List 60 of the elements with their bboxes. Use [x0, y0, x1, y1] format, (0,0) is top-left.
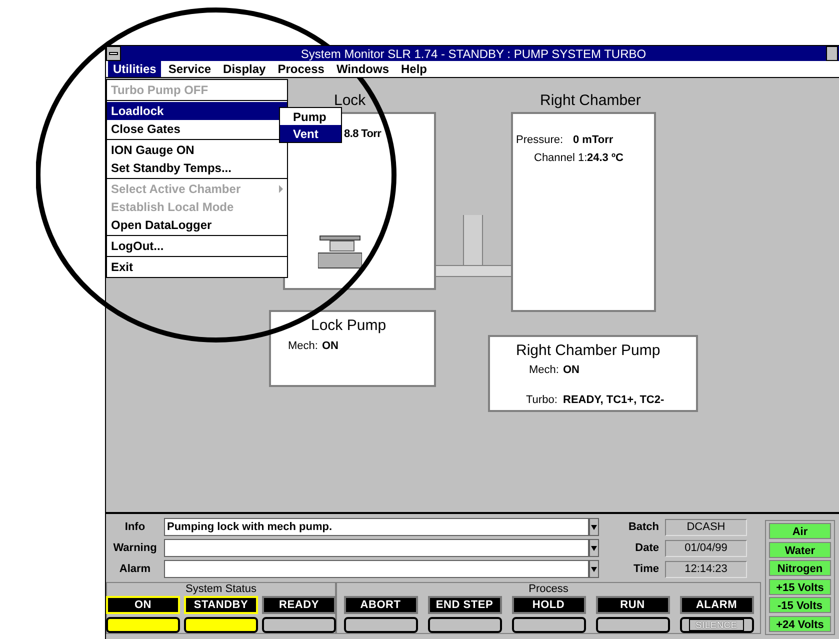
- info-value: 01/04/99: [665, 540, 747, 556]
- menu-item[interactable]: Open DataLogger: [107, 216, 287, 234]
- menu-item[interactable]: Set Standby Temps...: [107, 159, 287, 177]
- mech-label: Mech:: [288, 339, 318, 354]
- mech-label: Mech:: [529, 363, 559, 378]
- status-button[interactable]: STANDBY: [184, 596, 258, 614]
- lamp-label: SILENCE: [688, 619, 744, 631]
- info-label: Date: [634, 540, 659, 556]
- status-button[interactable]: RUN: [596, 596, 670, 614]
- info-label: Batch: [627, 520, 659, 535]
- group-title: System Status: [186, 583, 256, 596]
- system-menu-icon[interactable]: [106, 46, 121, 61]
- info-label: Time: [632, 562, 659, 577]
- message-field[interactable]: [164, 539, 589, 557]
- pump-title: Lock Pump: [311, 316, 386, 336]
- indicator-light: -15 Volts: [769, 597, 831, 614]
- status-button[interactable]: HOLD: [512, 596, 586, 614]
- message-label: Info: [124, 520, 146, 535]
- indicator-light: +24 Volts: [769, 616, 831, 632]
- window-title: System Monitor SLR 1.74 - STANDBY : PUMP SYSTEM TURBO: [300, 48, 648, 60]
- menu-item[interactable]: LogOut...: [107, 237, 287, 255]
- wafer-stage-drawing: [318, 235, 362, 270]
- indicator-light: Nitrogen: [769, 560, 831, 576]
- status-button[interactable]: ALARM: [680, 596, 754, 614]
- message-field[interactable]: [164, 560, 589, 578]
- chamber-title: Lock: [334, 91, 366, 111]
- menu-bar-item[interactable]: Process: [272, 61, 330, 77]
- menu-bar-item[interactable]: Service: [163, 61, 216, 77]
- menu-bar-item[interactable]: Help: [396, 61, 432, 77]
- indicator-light: +15 Volts: [769, 578, 831, 595]
- channel-value: 24.3 ºC: [587, 151, 624, 166]
- status-button[interactable]: READY: [262, 596, 336, 614]
- menu-bar-item[interactable]: Display: [218, 61, 271, 77]
- menu-item[interactable]: Loadlock: [107, 102, 287, 120]
- mech-value: ON: [563, 363, 580, 378]
- pump-title: Right Chamber Pump: [516, 341, 660, 361]
- status-button[interactable]: END STEP: [428, 596, 502, 614]
- pressure-value: 0 mTorr: [573, 133, 614, 148]
- pressure-label: Pressure:: [516, 133, 564, 148]
- info-value: 12:14:23: [665, 560, 747, 578]
- menu-bar-item[interactable]: Utilities: [108, 61, 162, 77]
- info-value: DCASH: [665, 518, 747, 536]
- channel-label: Channel 1:: [534, 151, 588, 166]
- mech-value: ON: [322, 339, 338, 354]
- menu-item[interactable]: Vent: [280, 125, 341, 142]
- message-field[interactable]: Pumping lock with mech pump.: [164, 518, 589, 536]
- message-label: Warning: [112, 540, 158, 556]
- turbo-value: READY, TC1+, TC2-: [563, 393, 664, 408]
- indicator-light: Air: [769, 523, 831, 540]
- status-button[interactable]: ON: [106, 596, 180, 614]
- message-label: Alarm: [118, 562, 152, 577]
- group-title: Process: [528, 583, 568, 596]
- menu-item[interactable]: Exit: [107, 258, 287, 276]
- chamber-title: Right Chamber: [540, 91, 641, 111]
- indicator-light: Water: [769, 542, 831, 558]
- menu-item[interactable]: ION Gauge ON: [107, 141, 287, 159]
- status-button[interactable]: ABORT: [344, 596, 418, 614]
- turbo-label: Turbo:: [526, 393, 558, 408]
- pressure-reading: 8.8 Torr: [344, 127, 382, 142]
- menu-bar-item[interactable]: Windows: [331, 61, 394, 77]
